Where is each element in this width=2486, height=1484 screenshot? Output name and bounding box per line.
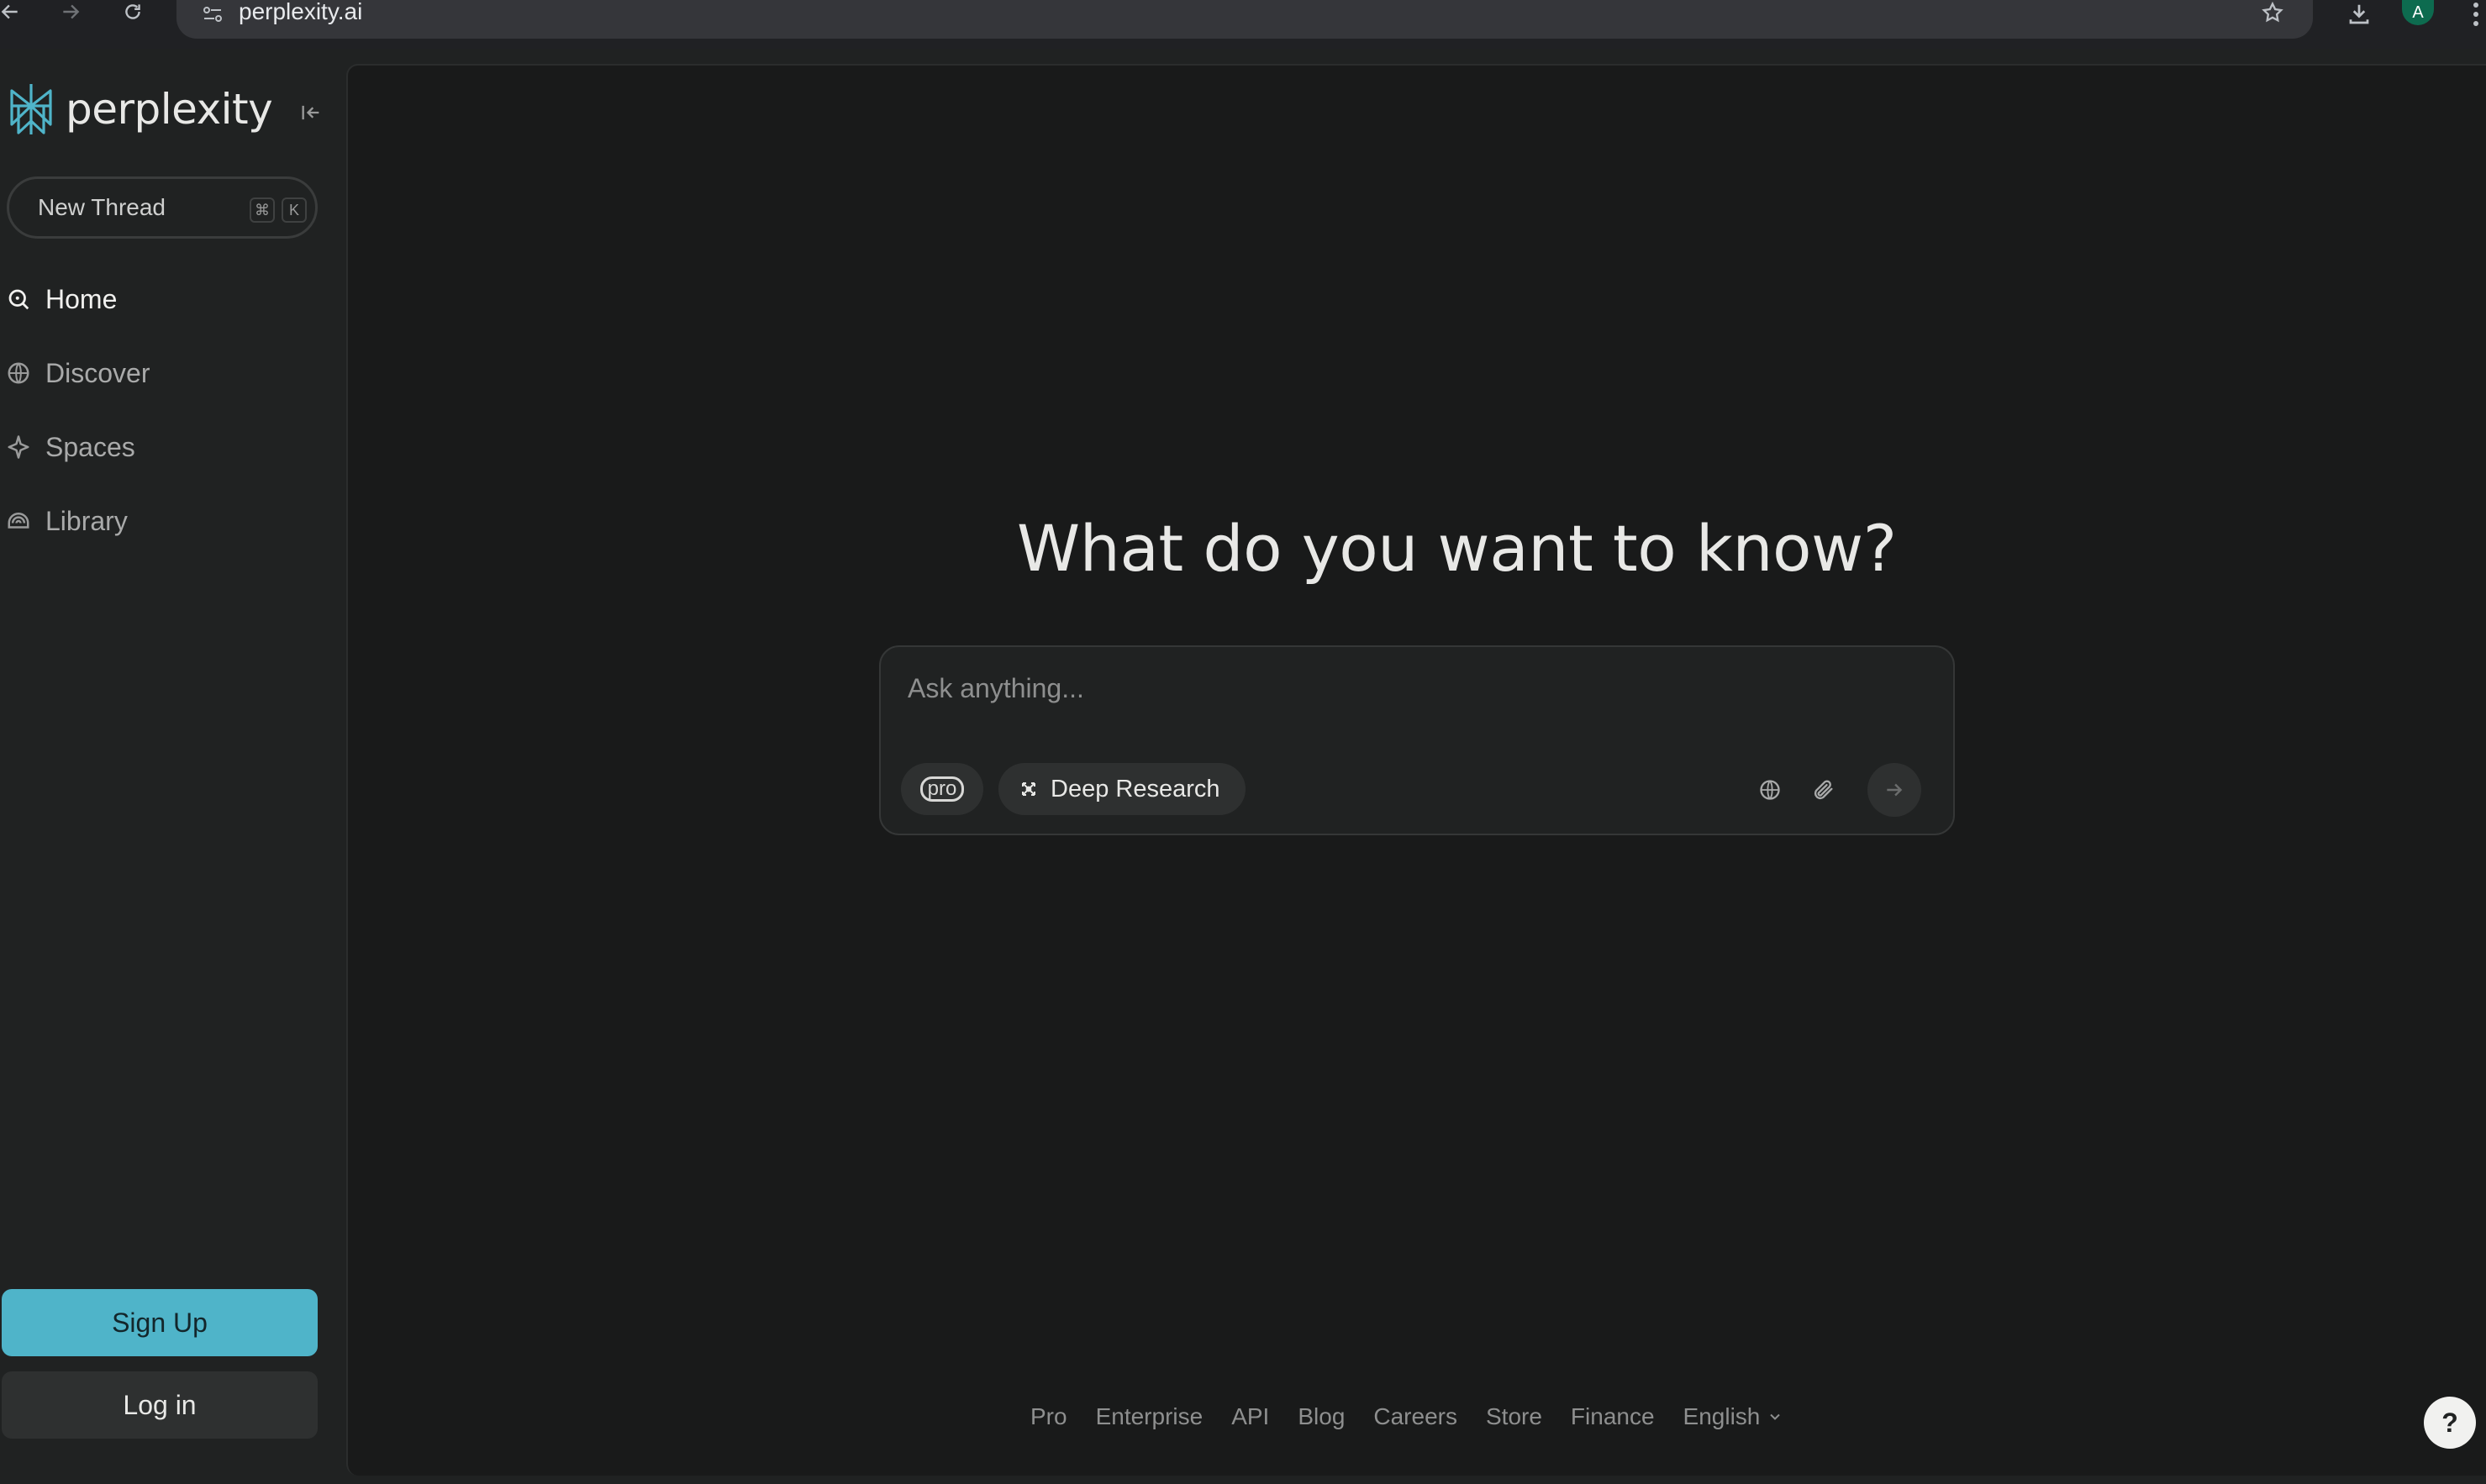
sidebar-item-label: Library: [45, 505, 128, 536]
globe-icon[interactable]: [1753, 773, 1787, 807]
main-panel: What do you want to know? pro Deep Resea…: [346, 64, 2486, 1476]
sidebar: perplexity New Thread ⌘ K Home Discover …: [0, 49, 346, 1484]
logo-text: perplexity: [66, 85, 273, 134]
sidebar-item-discover[interactable]: Discover: [0, 348, 336, 398]
logo[interactable]: perplexity: [7, 82, 273, 136]
footer-link-pro[interactable]: Pro: [1030, 1403, 1067, 1430]
new-thread-label: New Thread: [38, 194, 166, 220]
shortcut-key-cmd: ⌘: [250, 197, 275, 223]
pro-toggle-button[interactable]: pro: [901, 763, 983, 815]
page-title: What do you want to know?: [1017, 511, 1897, 586]
footer-link-store[interactable]: Store: [1486, 1403, 1542, 1430]
language-selector[interactable]: English: [1683, 1403, 1784, 1430]
reload-icon[interactable]: [116, 0, 150, 24]
browser-menu-icon[interactable]: [2466, 0, 2486, 29]
help-button[interactable]: ?: [2424, 1397, 2476, 1449]
sidebar-item-label: Home: [45, 283, 118, 314]
sidebar-item-spaces[interactable]: Spaces: [0, 422, 336, 472]
footer-link-finance[interactable]: Finance: [1571, 1403, 1655, 1430]
sign-up-button[interactable]: Sign Up: [2, 1289, 318, 1356]
log-in-button[interactable]: Log in: [2, 1371, 318, 1439]
footer-link-blog[interactable]: Blog: [1298, 1403, 1345, 1430]
search-icon: [2, 282, 35, 316]
address-url[interactable]: perplexity.ai: [239, 0, 362, 25]
footer-link-enterprise[interactable]: Enterprise: [1096, 1403, 1203, 1430]
new-thread-button[interactable]: New Thread ⌘ K: [7, 176, 318, 239]
ask-input[interactable]: [906, 667, 1915, 709]
perplexity-logo-icon: [10, 84, 52, 134]
sidebar-item-label: Discover: [45, 357, 150, 388]
back-arrow-icon[interactable]: [0, 0, 27, 24]
attach-paperclip-icon[interactable]: [1807, 773, 1841, 807]
shortcut-key-k: K: [282, 197, 307, 223]
forward-arrow-icon[interactable]: [54, 0, 87, 24]
download-icon[interactable]: [2341, 0, 2377, 29]
browser-toolbar: perplexity.ai A: [0, 0, 2486, 49]
library-icon: [2, 504, 35, 538]
ask-box: pro Deep Research: [879, 645, 1955, 835]
sidebar-item-label: Spaces: [45, 431, 135, 462]
pro-badge: pro: [919, 776, 965, 802]
deep-research-button[interactable]: Deep Research: [998, 763, 1246, 815]
sidebar-item-library[interactable]: Library: [0, 496, 336, 546]
site-settings-icon[interactable]: [192, 0, 234, 29]
language-label: English: [1683, 1403, 1761, 1429]
sidebar-item-home[interactable]: Home: [0, 274, 336, 324]
chevron-down-icon: [1767, 1408, 1783, 1425]
globe-icon: [2, 356, 35, 390]
submit-button[interactable]: [1867, 763, 1921, 817]
deep-research-icon: [1019, 779, 1039, 799]
arrow-right-icon: [1883, 779, 1905, 801]
spaces-icon: [2, 430, 35, 464]
footer-link-careers[interactable]: Careers: [1373, 1403, 1457, 1430]
deep-research-label: Deep Research: [1051, 775, 1220, 803]
footer-link-api[interactable]: API: [1231, 1403, 1269, 1430]
bookmark-star-icon[interactable]: [2256, 0, 2289, 25]
collapse-sidebar-icon[interactable]: [294, 96, 328, 129]
profile-avatar[interactable]: A: [2402, 0, 2434, 25]
footer-links: Pro Enterprise API Blog Careers Store Fi…: [1030, 1403, 1783, 1430]
address-bar[interactable]: perplexity.ai: [176, 0, 2313, 39]
